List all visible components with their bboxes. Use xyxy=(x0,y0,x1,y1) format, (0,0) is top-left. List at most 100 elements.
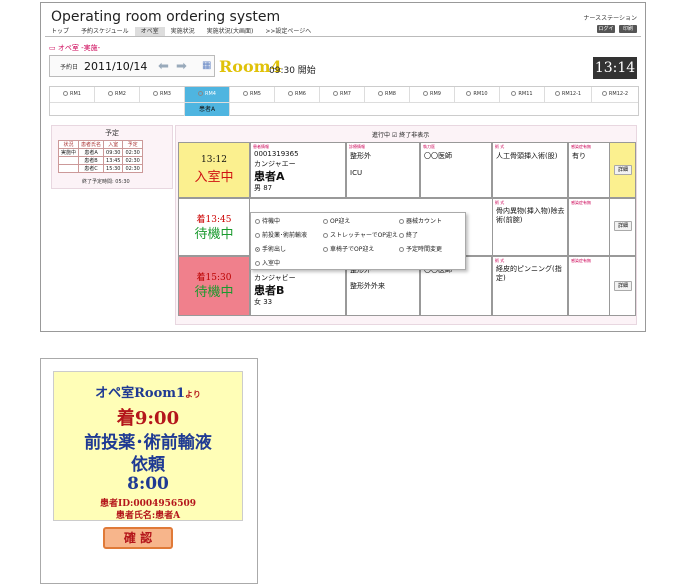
tab-rm4[interactable]: RM4 xyxy=(185,87,230,102)
hide-finished-checkbox[interactable]: 進行中 ☑ 終了非表示 xyxy=(372,130,429,139)
patient-name: 患者A xyxy=(254,170,285,183)
status-label: 待機中 xyxy=(194,227,234,242)
radio-icon xyxy=(423,91,428,96)
notif-patient-name: 患者氏名:患者A xyxy=(115,511,181,521)
status-cell[interactable]: 着13:45 待機中 xyxy=(178,198,250,256)
patient-cell: 患者情報 0001319365 カンジャエー 患者A 男 87 xyxy=(250,142,346,198)
nav-schedule[interactable]: 予約スケジュール xyxy=(75,27,135,36)
nav-or[interactable]: オペ室 xyxy=(134,27,165,36)
prev-arrow-icon[interactable]: ⬅ xyxy=(158,60,169,73)
notif-message-line2: 依頼 xyxy=(131,455,165,475)
radio-icon xyxy=(108,91,113,96)
popup-option[interactable]: 終了 xyxy=(399,230,418,239)
header-buttons: ログイン 印刷 xyxy=(597,25,637,40)
col-header: 入室 xyxy=(103,140,124,149)
col-label: 診療情報 xyxy=(349,144,365,149)
department: 整形外 xyxy=(350,152,371,160)
schedule-end-time: 終了予定時間: 05:30 xyxy=(82,179,130,185)
radio-icon xyxy=(255,261,260,266)
tab-rm2[interactable]: RM2 xyxy=(95,87,140,102)
cell: 13:45 xyxy=(103,156,124,165)
room-start-time: 09:30 開始 xyxy=(269,66,316,76)
radio-icon xyxy=(399,219,404,224)
tab-rm5[interactable]: RM5 xyxy=(230,87,275,102)
col-label: 感染症有無 xyxy=(571,200,591,205)
infection-cell: 感染症有無 xyxy=(568,198,610,256)
popup-option[interactable]: 予定時間変更 xyxy=(399,244,442,253)
dept-cell: 診療情報 整形外 ICU xyxy=(346,142,420,198)
tab-rm1[interactable]: RM1 xyxy=(50,87,95,102)
tab-rm10[interactable]: RM10 xyxy=(455,87,500,102)
tab-rm11[interactable]: RM11 xyxy=(500,87,545,102)
radio-icon xyxy=(378,91,383,96)
radio-icon xyxy=(601,91,607,96)
login-button[interactable]: ログイン xyxy=(597,25,615,40)
cell: 患者B xyxy=(78,156,105,165)
nav-status[interactable]: 実施状況 xyxy=(165,27,201,36)
popup-option[interactable]: 入室中 xyxy=(255,258,280,267)
nav-bar: トップ 予約スケジュール オペ室 実施状況 実施状況(大画面) >>設定ページへ xyxy=(45,27,317,36)
popup-option[interactable]: 前投薬･術前輸液 xyxy=(255,230,307,239)
radio-icon xyxy=(333,91,338,96)
detail-button[interactable]: 詳細 xyxy=(614,165,632,175)
status-cell[interactable]: 着15:30 待機中 xyxy=(178,256,250,316)
notification-window: オペ室Room1より 着9:00 前投薬･術前輸液 依頼 8:00 患者ID:0… xyxy=(40,358,258,584)
doc-icon: ▭ xyxy=(49,44,58,52)
nav-top[interactable]: トップ xyxy=(45,27,75,36)
schedule-panel: 予定 状況 患者氏名 入室 予定 実施中 患者A 09:30 02:30 患者B… xyxy=(51,125,173,189)
notif-title-suffix: より xyxy=(185,389,201,399)
next-arrow-icon[interactable]: ➡ xyxy=(176,60,187,73)
tab-rm3[interactable]: RM3 xyxy=(140,87,185,102)
calendar-icon[interactable]: ▦ xyxy=(202,60,211,71)
status-cell[interactable]: 13:12 入室中 xyxy=(178,142,250,198)
tab-rm12-1[interactable]: RM12-1 xyxy=(545,87,592,102)
radio-icon xyxy=(323,219,328,224)
room-tabs: RM1 RM2 RM3 RM4 RM5 RM6 RM7 RM8 RM9 RM10… xyxy=(49,86,639,116)
tab-rm12-2[interactable]: RM12-2 xyxy=(592,87,638,102)
detail-button[interactable]: 詳細 xyxy=(614,221,632,231)
procedure: 人工骨頭挿入術(股) xyxy=(496,152,558,160)
procedure: 骨内異物(挿入物)除去術(前腕) xyxy=(496,207,565,224)
nav-status-large[interactable]: 実施状況(大画面) xyxy=(201,27,260,36)
radio-icon xyxy=(63,91,68,96)
radio-icon xyxy=(255,219,260,224)
col-label: 感染症有無 xyxy=(571,258,591,263)
popup-option[interactable]: OP迎え xyxy=(323,216,350,225)
date-bar: 予約日 2011/10/14 ⬅ ➡ ▦ xyxy=(49,55,215,77)
procedure-cell: 術 式 経皮的ピンニング(指定) xyxy=(492,256,568,316)
notif-title-line: オペ室Room1より xyxy=(54,382,242,401)
tab-sub-patient[interactable]: 患者A xyxy=(185,102,230,116)
radio-icon xyxy=(323,247,328,252)
radio-icon xyxy=(399,233,404,238)
radio-icon xyxy=(323,233,328,238)
popup-option[interactable]: 器械カウント xyxy=(399,216,442,225)
tab-rm7[interactable]: RM7 xyxy=(320,87,365,102)
col-label: 術 式 xyxy=(495,144,505,149)
confirm-button[interactable]: 確 認 xyxy=(103,527,173,549)
tab-rm6[interactable]: RM6 xyxy=(275,87,320,102)
radio-checked-icon xyxy=(255,247,260,252)
breadcrumb: ▭ オペ室 -実施- xyxy=(49,43,100,53)
popup-option-selected[interactable]: 手術出し xyxy=(255,244,286,253)
tab-rm9[interactable]: RM9 xyxy=(410,87,455,102)
popup-option[interactable]: 車椅子でOP迎え xyxy=(323,244,374,253)
tab-rm8[interactable]: RM8 xyxy=(365,87,410,102)
nav-settings[interactable]: >>設定ページへ xyxy=(259,27,317,36)
col-label: 執刀医 xyxy=(423,144,435,149)
popup-option[interactable]: ストレッチャーでOP迎え xyxy=(323,230,398,239)
date-value[interactable]: 2011/10/14 xyxy=(84,60,147,73)
popup-option[interactable]: 待機中 xyxy=(255,216,280,225)
print-button[interactable]: 印刷 xyxy=(619,25,637,33)
breadcrumb-text: オペ室 -実施- xyxy=(57,44,101,52)
cell: 15:30 xyxy=(103,164,124,173)
status-label: 待機中 xyxy=(194,285,234,300)
app-title: Operating room ordering system xyxy=(51,9,281,25)
tab-sub-empty xyxy=(50,102,185,116)
schedule-table: 状況 患者氏名 入室 予定 実施中 患者A 09:30 02:30 患者B 13… xyxy=(57,140,143,173)
detail-button[interactable]: 詳細 xyxy=(614,281,632,291)
date-label: 予約日 xyxy=(60,64,79,71)
cell: 02:30 xyxy=(122,164,143,173)
surgeon: 〇〇医師 xyxy=(424,152,452,160)
col-label: 感染症有無 xyxy=(571,144,591,149)
procedure-cell: 術 式 人工骨頭挿入術(股) xyxy=(492,142,568,198)
